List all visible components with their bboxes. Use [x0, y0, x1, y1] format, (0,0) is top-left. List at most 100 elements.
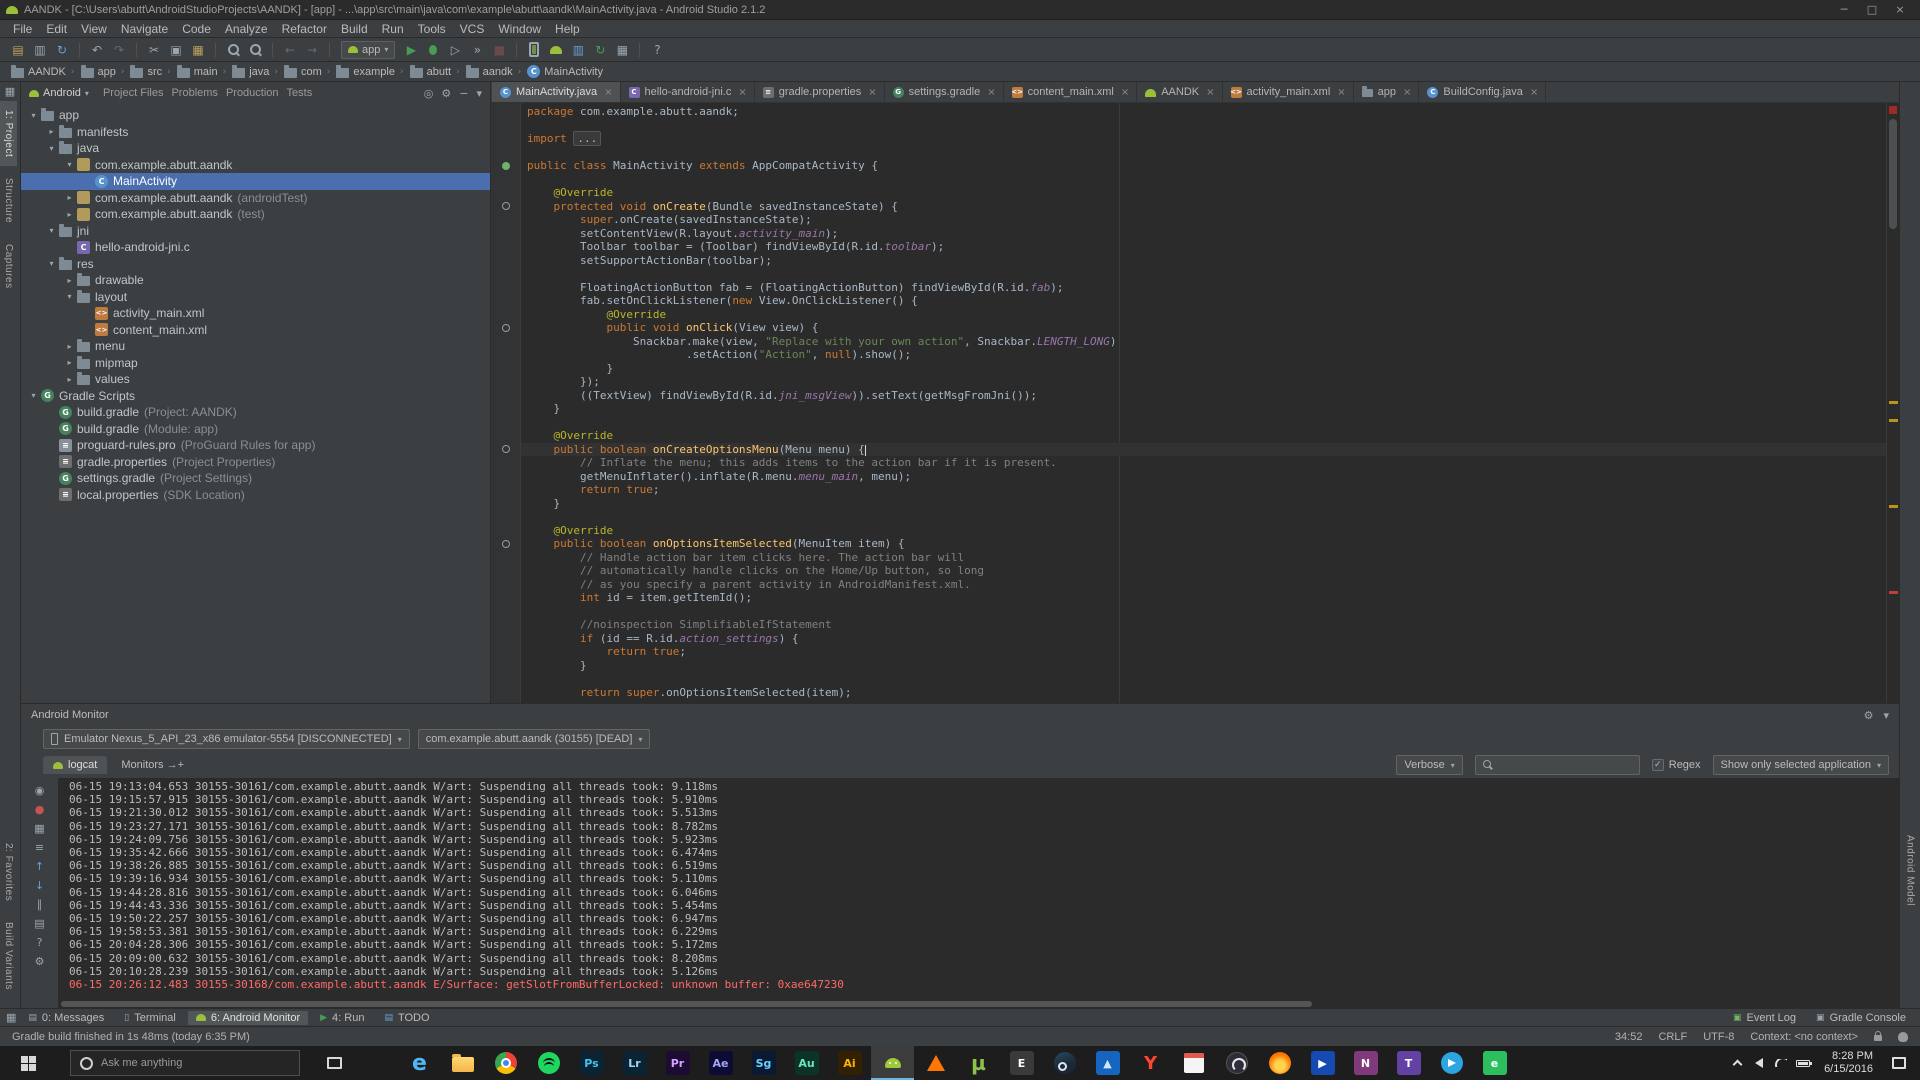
- breadcrumb-aandk[interactable]: aandk: [463, 66, 515, 78]
- tree-item-activity-main-xml[interactable]: activity_main.xml: [21, 305, 490, 322]
- project-structure-icon[interactable]: ▦: [612, 41, 632, 59]
- file-encoding[interactable]: UTF-8: [1703, 1031, 1734, 1043]
- error-mark[interactable]: [1889, 591, 1898, 594]
- tool-button-captures[interactable]: Captures: [0, 235, 17, 298]
- taskbar-search[interactable]: Ask me anything: [70, 1050, 300, 1076]
- utorrent-icon[interactable]: µ: [957, 1046, 1000, 1080]
- cut-icon[interactable]: ✂: [144, 41, 164, 59]
- menu-edit[interactable]: Edit: [39, 22, 74, 36]
- collapse-arrow-icon[interactable]: ▾: [45, 144, 58, 153]
- illustrator-icon[interactable]: Ai: [828, 1046, 871, 1080]
- tree-item-manifests[interactable]: ▸manifests: [21, 124, 490, 141]
- attach-debugger-icon[interactable]: »: [467, 41, 487, 59]
- tree-item-gradle-scripts[interactable]: ▾Gradle Scripts: [21, 388, 490, 405]
- project-view-selector[interactable]: Android ▾: [29, 87, 89, 99]
- menu-refactor[interactable]: Refactor: [275, 22, 334, 36]
- epic-games-icon[interactable]: E: [1000, 1046, 1043, 1080]
- collapse-arrow-icon[interactable]: ▾: [45, 226, 58, 235]
- expand-arrow-icon[interactable]: ▸: [63, 193, 76, 202]
- menu-file[interactable]: File: [6, 22, 39, 36]
- collapse-arrow-icon[interactable]: ▾: [63, 160, 76, 169]
- warning-mark[interactable]: [1889, 505, 1898, 508]
- twitch-icon[interactable]: T: [1387, 1046, 1430, 1080]
- tool-windows-icon[interactable]: ▦: [5, 82, 15, 101]
- close-tab-icon[interactable]: ×: [738, 87, 746, 98]
- breadcrumb-java[interactable]: java: [229, 66, 271, 78]
- close-tab-icon[interactable]: ×: [1403, 87, 1411, 98]
- tree-item-build-gradle-project-aandk[interactable]: build.gradle(Project: AANDK): [21, 404, 490, 421]
- tool-button-android-model[interactable]: Android Model: [1902, 826, 1919, 915]
- log-filter-selector[interactable]: Show only selected application ▾: [1713, 755, 1889, 775]
- run-icon[interactable]: ▶: [401, 41, 421, 59]
- minimize-button[interactable]: ─: [1830, 3, 1858, 16]
- pause-log-icon[interactable]: ∥: [30, 896, 50, 912]
- evernote-icon[interactable]: e: [1473, 1046, 1516, 1080]
- avd-manager-icon[interactable]: [529, 42, 539, 57]
- tree-item-mainactivity[interactable]: MainActivity: [21, 173, 490, 190]
- toolwindow-0-messages[interactable]: ▤0: Messages: [20, 1011, 112, 1025]
- close-tab-icon[interactable]: ×: [1337, 87, 1345, 98]
- after-effects-icon[interactable]: Ae: [699, 1046, 742, 1080]
- tree-item-java[interactable]: ▾java: [21, 140, 490, 157]
- toolwindow-gradle-console[interactable]: ▣Gradle Console: [1808, 1011, 1914, 1025]
- tree-item-menu[interactable]: ▸menu: [21, 338, 490, 355]
- tree-item-hello-android-jni-c[interactable]: hello-android-jni.c: [21, 239, 490, 256]
- breadcrumb-main[interactable]: main: [174, 66, 220, 78]
- debug-icon[interactable]: [423, 41, 443, 59]
- breadcrumb-example[interactable]: example: [333, 66, 397, 78]
- collapse-arrow-icon[interactable]: ▾: [45, 259, 58, 268]
- collapse-all-icon[interactable]: −: [459, 87, 468, 100]
- editor-gutter[interactable]: [491, 103, 521, 703]
- run-with-coverage-icon[interactable]: ▷: [445, 41, 465, 59]
- breadcrumb-app[interactable]: app: [78, 66, 118, 78]
- menu-tools[interactable]: Tools: [411, 22, 453, 36]
- start-button[interactable]: [0, 1046, 56, 1080]
- tool-button-1-project[interactable]: 1: Project: [0, 101, 17, 166]
- replace-icon[interactable]: [245, 41, 265, 59]
- breadcrumb-mainactivity[interactable]: MainActivity: [524, 65, 605, 78]
- hidden-icons-chevron-icon[interactable]: [1726, 1046, 1748, 1080]
- menu-view[interactable]: View: [74, 22, 114, 36]
- project-scope-problems[interactable]: Problems: [167, 87, 221, 99]
- onenote-icon[interactable]: N: [1344, 1046, 1387, 1080]
- expand-arrow-icon[interactable]: ▸: [63, 358, 76, 367]
- editor-scrollbar[interactable]: [1886, 103, 1899, 703]
- monitor-tab-logcat[interactable]: logcat: [43, 756, 107, 774]
- back-icon[interactable]: ←: [280, 41, 300, 59]
- hide-panel-icon[interactable]: ▾: [1883, 709, 1889, 722]
- calendar-icon[interactable]: [1172, 1046, 1215, 1080]
- menu-navigate[interactable]: Navigate: [114, 22, 175, 36]
- editor-tab-gradle-properties[interactable]: gradle.properties×: [755, 82, 885, 102]
- speedgrade-icon[interactable]: Sg: [742, 1046, 785, 1080]
- telegram-icon[interactable]: [1430, 1046, 1473, 1080]
- tree-item-com-example-abutt-aandk-test[interactable]: ▸com.example.abutt.aandk(test): [21, 206, 490, 223]
- chrome-icon[interactable]: [484, 1046, 527, 1080]
- caret-position[interactable]: 34:52: [1615, 1031, 1643, 1043]
- expand-arrow-icon[interactable]: ▸: [63, 375, 76, 384]
- menu-code[interactable]: Code: [175, 22, 218, 36]
- obs-icon[interactable]: [1215, 1046, 1258, 1080]
- editor-tab-aandk[interactable]: AANDK×: [1137, 82, 1222, 102]
- tool-button-structure[interactable]: Structure: [0, 169, 17, 232]
- tree-item-res[interactable]: ▾res: [21, 256, 490, 273]
- tree-item-mipmap[interactable]: ▸mipmap: [21, 355, 490, 372]
- collapse-arrow-icon[interactable]: ▾: [27, 391, 40, 400]
- android-studio-icon[interactable]: [871, 1046, 914, 1080]
- screen-record-icon[interactable]: ●: [30, 801, 50, 817]
- settings-icon[interactable]: ⚙: [30, 953, 50, 969]
- toolwindow-todo[interactable]: ▤TODO: [376, 1011, 437, 1025]
- network-icon[interactable]: [1770, 1046, 1792, 1080]
- log-level-selector[interactable]: Verbose ▾: [1396, 755, 1462, 775]
- task-view-button[interactable]: [312, 1046, 356, 1080]
- close-tab-icon[interactable]: ×: [1530, 87, 1538, 98]
- tree-item-jni[interactable]: ▾jni: [21, 223, 490, 240]
- tree-item-proguard-rules-pro-proguard-rules-for-app[interactable]: proguard-rules.pro(ProGuard Rules for ap…: [21, 437, 490, 454]
- collapse-arrow-icon[interactable]: ▾: [63, 292, 76, 301]
- synchronize-icon[interactable]: ↻: [52, 41, 72, 59]
- project-scope-tests[interactable]: Tests: [283, 87, 317, 99]
- menu-vcs[interactable]: VCS: [453, 22, 492, 36]
- line-separator[interactable]: CRLF: [1658, 1031, 1687, 1043]
- run-config-combo[interactable]: app▾: [341, 41, 395, 59]
- battery-icon[interactable]: [1792, 1046, 1814, 1080]
- gradle-sync-icon[interactable]: ↻: [590, 41, 610, 59]
